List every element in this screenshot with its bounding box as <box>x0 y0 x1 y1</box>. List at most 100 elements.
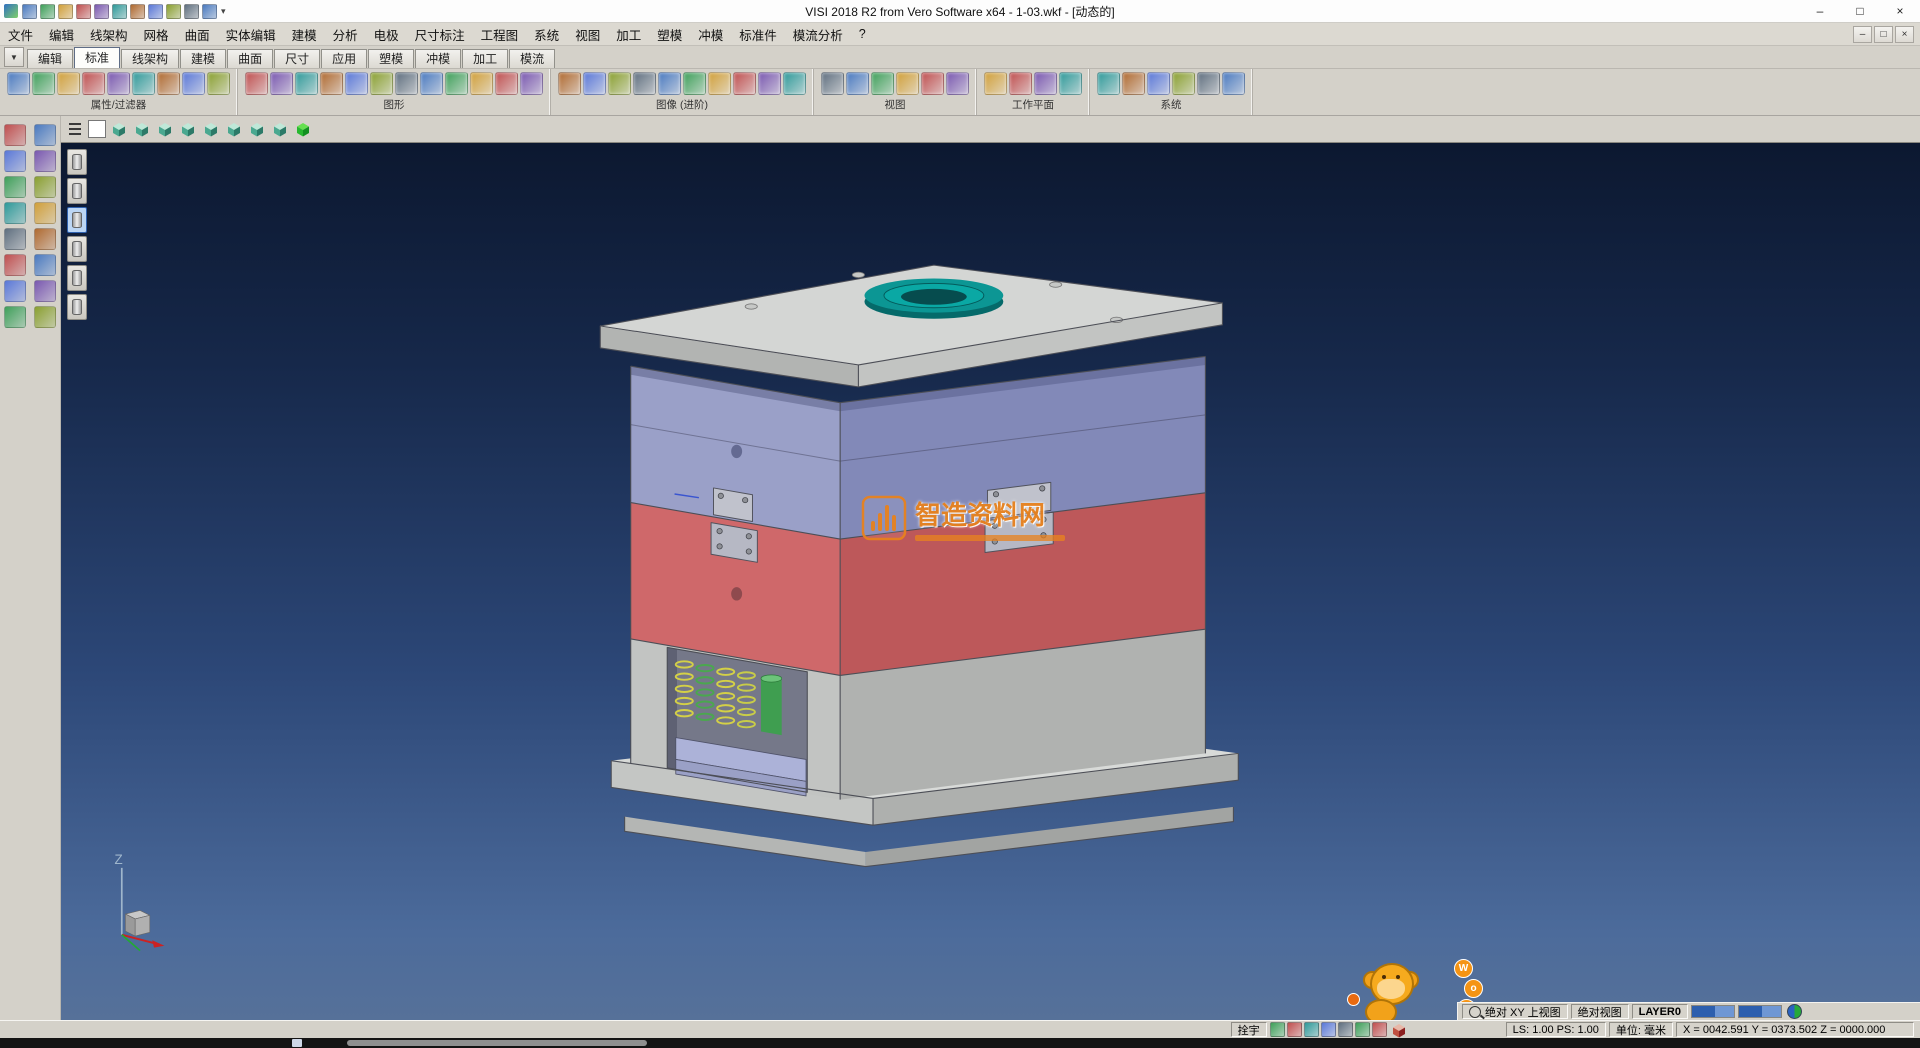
menu-item-1[interactable]: 编辑 <box>41 25 82 44</box>
move-tool-icon[interactable] <box>4 306 26 328</box>
transparency-icon[interactable] <box>345 72 368 95</box>
menu-item-8[interactable]: 电极 <box>366 25 407 44</box>
mdi-close-button[interactable]: × <box>1895 26 1914 43</box>
gallery-icon[interactable] <box>395 72 418 95</box>
adv-clip-icon[interactable] <box>658 72 681 95</box>
quick-icon-4[interactable] <box>94 4 109 19</box>
menu-item-7[interactable]: 分析 <box>325 25 366 44</box>
menu-item-11[interactable]: 系统 <box>526 25 567 44</box>
globe-icon[interactable] <box>1787 1004 1802 1019</box>
maximize-button[interactable]: □ <box>1840 0 1880 22</box>
section-tool-icon[interactable] <box>4 280 26 302</box>
tab-5[interactable]: 尺寸 <box>274 49 320 68</box>
filter-slot-6-icon[interactable] <box>67 294 87 320</box>
quick-icon-8[interactable] <box>166 4 181 19</box>
iso-view-5-icon[interactable] <box>201 119 221 139</box>
system-options-icon[interactable] <box>1172 72 1195 95</box>
menu-item-18[interactable]: ? <box>851 27 874 41</box>
menu-item-3[interactable]: 网格 <box>136 25 177 44</box>
locating-ring[interactable] <box>864 279 1003 319</box>
wireframe-icon[interactable] <box>270 72 293 95</box>
reset-filter-icon[interactable] <box>182 72 205 95</box>
iso-view-7-icon[interactable] <box>247 119 267 139</box>
texture-icon[interactable] <box>420 72 443 95</box>
filter-slot-4-icon[interactable] <box>67 236 87 262</box>
filter-slot-3-icon[interactable] <box>67 207 87 233</box>
system-grid-icon[interactable] <box>1147 72 1170 95</box>
scrollbar-thumb[interactable] <box>347 1040 647 1046</box>
layer-tool-icon[interactable] <box>34 228 56 250</box>
iso-view-3-icon[interactable] <box>155 119 175 139</box>
menu-item-12[interactable]: 视图 <box>567 25 608 44</box>
workplane-3points-icon[interactable] <box>1034 72 1057 95</box>
tab-9[interactable]: 加工 <box>462 49 508 68</box>
solid-tool-icon[interactable] <box>4 202 26 224</box>
quick-icon-10[interactable] <box>202 4 217 19</box>
view-mode-segment[interactable]: 绝对 XY 上视图 <box>1462 1004 1568 1019</box>
filter-slot-5-icon[interactable] <box>67 265 87 291</box>
zoom-all-icon[interactable] <box>821 72 844 95</box>
system-settings-icon[interactable] <box>1122 72 1145 95</box>
plane-tool-icon[interactable] <box>34 150 56 172</box>
adv-compare-icon[interactable] <box>708 72 731 95</box>
system-display-icon[interactable] <box>1197 72 1220 95</box>
cylinder-view-icon[interactable] <box>370 72 393 95</box>
menu-item-0[interactable]: 文件 <box>0 25 41 44</box>
filter-options-icon[interactable] <box>207 72 230 95</box>
cube-status-icon[interactable] <box>1390 1022 1408 1038</box>
refresh-icon[interactable] <box>245 72 268 95</box>
units-indicator[interactable]: 单位: 毫米 <box>1609 1022 1673 1037</box>
adv-measure-icon[interactable] <box>683 72 706 95</box>
tab-dropdown-button[interactable]: ▼ <box>4 47 24 67</box>
menu-item-10[interactable]: 工程图 <box>473 25 527 44</box>
world-status-icon[interactable] <box>1355 1022 1370 1037</box>
system-colors-icon[interactable] <box>1097 72 1120 95</box>
iso-view-4-icon[interactable] <box>178 119 198 139</box>
workplane-align-icon[interactable] <box>1009 72 1032 95</box>
tab-3[interactable]: 建模 <box>180 49 226 68</box>
adv-shadow-icon[interactable] <box>583 72 606 95</box>
quick-icon-5[interactable] <box>112 4 127 19</box>
minimize-button[interactable]: – <box>1800 0 1840 22</box>
menu-item-15[interactable]: 冲模 <box>690 25 731 44</box>
filter-slot-1-icon[interactable] <box>67 149 87 175</box>
view-blank-icon[interactable] <box>88 120 106 138</box>
print-status-icon[interactable] <box>1304 1022 1319 1037</box>
mdi-restore-button[interactable]: □ <box>1874 26 1893 43</box>
filter-slot-2-icon[interactable] <box>67 178 87 204</box>
selection-filter-icon[interactable] <box>157 72 180 95</box>
zoom-in-icon[interactable] <box>871 72 894 95</box>
view-menu-icon[interactable] <box>65 119 85 139</box>
tab-8[interactable]: 冲模 <box>415 49 461 68</box>
render-tool-icon[interactable] <box>34 254 56 276</box>
workplane-view-icon[interactable] <box>1059 72 1082 95</box>
iso-view-1-icon[interactable] <box>109 119 129 139</box>
quick-icon-2[interactable] <box>58 4 73 19</box>
save-status-icon[interactable] <box>1270 1022 1285 1037</box>
surface-tool-icon[interactable] <box>34 176 56 198</box>
adv-reflect-icon[interactable] <box>608 72 631 95</box>
tab-0[interactable]: 编辑 <box>27 49 73 68</box>
workplane-standard-icon[interactable] <box>984 72 1007 95</box>
snapshot-icon[interactable] <box>520 72 543 95</box>
delete-tool-icon[interactable] <box>34 124 56 146</box>
material-icon[interactable] <box>445 72 468 95</box>
snap-toggle[interactable]: 拴宇 <box>1231 1022 1267 1037</box>
linetype-filter-icon[interactable] <box>107 72 130 95</box>
quick-access-caret-icon[interactable]: ▾ <box>221 6 226 17</box>
menu-item-6[interactable]: 建模 <box>284 25 325 44</box>
system-info-icon[interactable] <box>1222 72 1245 95</box>
quick-icon-9[interactable] <box>184 4 199 19</box>
tab-10[interactable]: 模流 <box>509 49 555 68</box>
rotate-icon[interactable] <box>921 72 944 95</box>
pan-icon[interactable] <box>896 72 919 95</box>
iso-view-8-icon[interactable] <box>270 119 290 139</box>
iso-view-green-icon[interactable] <box>293 119 313 139</box>
quick-icon-7[interactable] <box>148 4 163 19</box>
tab-2[interactable]: 线架构 <box>121 49 179 68</box>
quick-icon-3[interactable] <box>76 4 91 19</box>
quick-icon-6[interactable] <box>130 4 145 19</box>
quick-icon-0[interactable] <box>22 4 37 19</box>
adv-section-icon[interactable] <box>633 72 656 95</box>
paint-status-icon[interactable] <box>1372 1022 1387 1037</box>
